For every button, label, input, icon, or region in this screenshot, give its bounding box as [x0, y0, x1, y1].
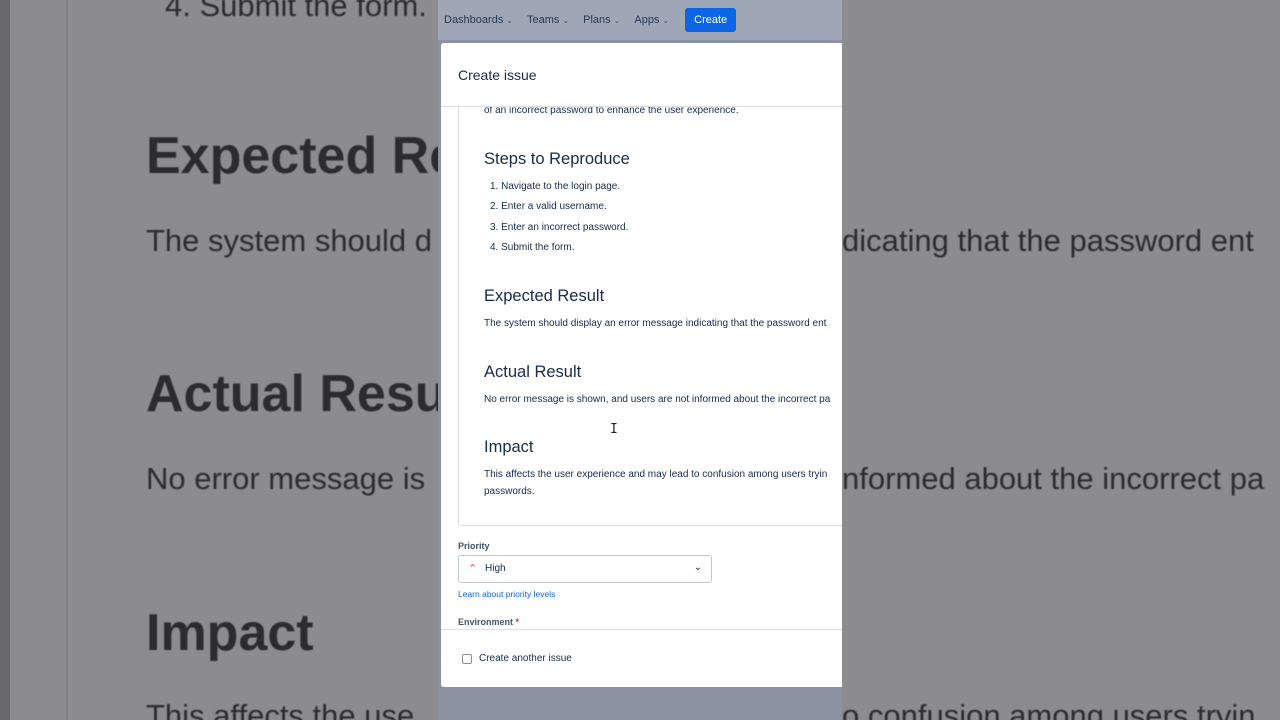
required-mark: *: [515, 617, 520, 627]
chevron-down-icon: ⌄: [562, 15, 570, 25]
bg-text-impact: This affects the use: [146, 698, 415, 720]
bg-heading-actual: Actual Resul: [146, 365, 461, 423]
learn-priority-link[interactable]: Learn about priority levels: [458, 589, 555, 599]
bg-text-actual-right: nformed about the incorrect pa: [842, 461, 1265, 496]
expected-heading: Expected Result: [484, 287, 605, 305]
actual-text: No error message is shown, and users are…: [484, 394, 831, 405]
modal-header: Create issue: [441, 43, 842, 107]
nav-dashboards[interactable]: Dashboards ⌄: [444, 14, 513, 26]
background-divider: [66, 0, 68, 720]
bg-text-expected: The system should d: [146, 223, 433, 258]
actual-heading: Actual Result: [484, 363, 582, 381]
expected-text: The system should display an error messa…: [484, 318, 827, 329]
step-item: 1. Navigate to the login page.: [490, 181, 621, 192]
description-editor[interactable]: of an incorrect password to enhance the …: [458, 107, 842, 526]
create-issue-modal: Create issue of an incorrect password to…: [441, 43, 842, 687]
environment-label: Environment *: [458, 617, 519, 627]
priority-value: High: [485, 563, 506, 574]
nav-apps-label: Apps: [634, 14, 660, 26]
top-navigation: Dashboards ⌄ Teams ⌄ Plans ⌄ Apps ⌄ Create: [438, 0, 842, 40]
step-item: 3. Enter an incorrect password.: [490, 222, 629, 233]
steps-heading: Steps to Reproduce: [484, 150, 630, 168]
modal-scroll-area[interactable]: of an incorrect password to enhance the …: [441, 107, 842, 629]
text-cursor-icon: I: [610, 422, 618, 437]
bg-text-expected-right: dicating that the password ent: [842, 223, 1254, 258]
priority-high-icon: ⌃: [468, 563, 478, 575]
step-item: 2. Enter a valid username.: [490, 201, 607, 212]
nav-dashboards-label: Dashboards: [444, 14, 504, 26]
step-item: 4. Submit the form.: [490, 242, 575, 253]
create-button[interactable]: Create: [685, 8, 737, 32]
priority-select[interactable]: ⌃ High ⌄: [458, 555, 712, 583]
description-intro-tail: of an incorrect password to enhance the …: [484, 107, 739, 116]
bg-heading-impact: Impact: [146, 604, 314, 662]
chevron-down-icon: ⌄: [693, 562, 702, 573]
create-another-label[interactable]: Create another issue: [479, 653, 572, 664]
modal-title: Create issue: [458, 67, 537, 83]
chevron-down-icon: ⌄: [662, 15, 670, 25]
jira-app-column: Dashboards ⌄ Teams ⌄ Plans ⌄ Apps ⌄ Create C…: [438, 0, 842, 720]
nav-teams-label: Teams: [527, 14, 560, 26]
impact-heading: Impact: [484, 438, 534, 456]
bg-heading-expected: Expected Re: [146, 127, 459, 185]
chevron-down-icon: ⌄: [506, 15, 514, 25]
impact-text: This affects the user experience and may…: [484, 469, 828, 480]
impact-text-cont: passwords.: [484, 486, 535, 497]
bg-text-step4: 4. Submit the form.: [165, 0, 427, 23]
create-another-checkbox[interactable]: [462, 654, 472, 664]
bg-text-impact-right: o confusion among users tryin: [842, 698, 1256, 720]
nav-apps[interactable]: Apps ⌄: [634, 14, 669, 26]
priority-label: Priority: [458, 541, 490, 551]
nav-teams[interactable]: Teams ⌄: [527, 14, 569, 26]
nav-plans[interactable]: Plans ⌄: [583, 14, 620, 26]
environment-label-text: Environment: [458, 617, 514, 627]
bg-text-actual: No error message is: [146, 461, 426, 496]
chevron-down-icon: ⌄: [613, 15, 621, 25]
nav-plans-label: Plans: [583, 14, 611, 26]
modal-footer: Create another issue: [441, 629, 842, 687]
background-edge: [0, 0, 10, 720]
